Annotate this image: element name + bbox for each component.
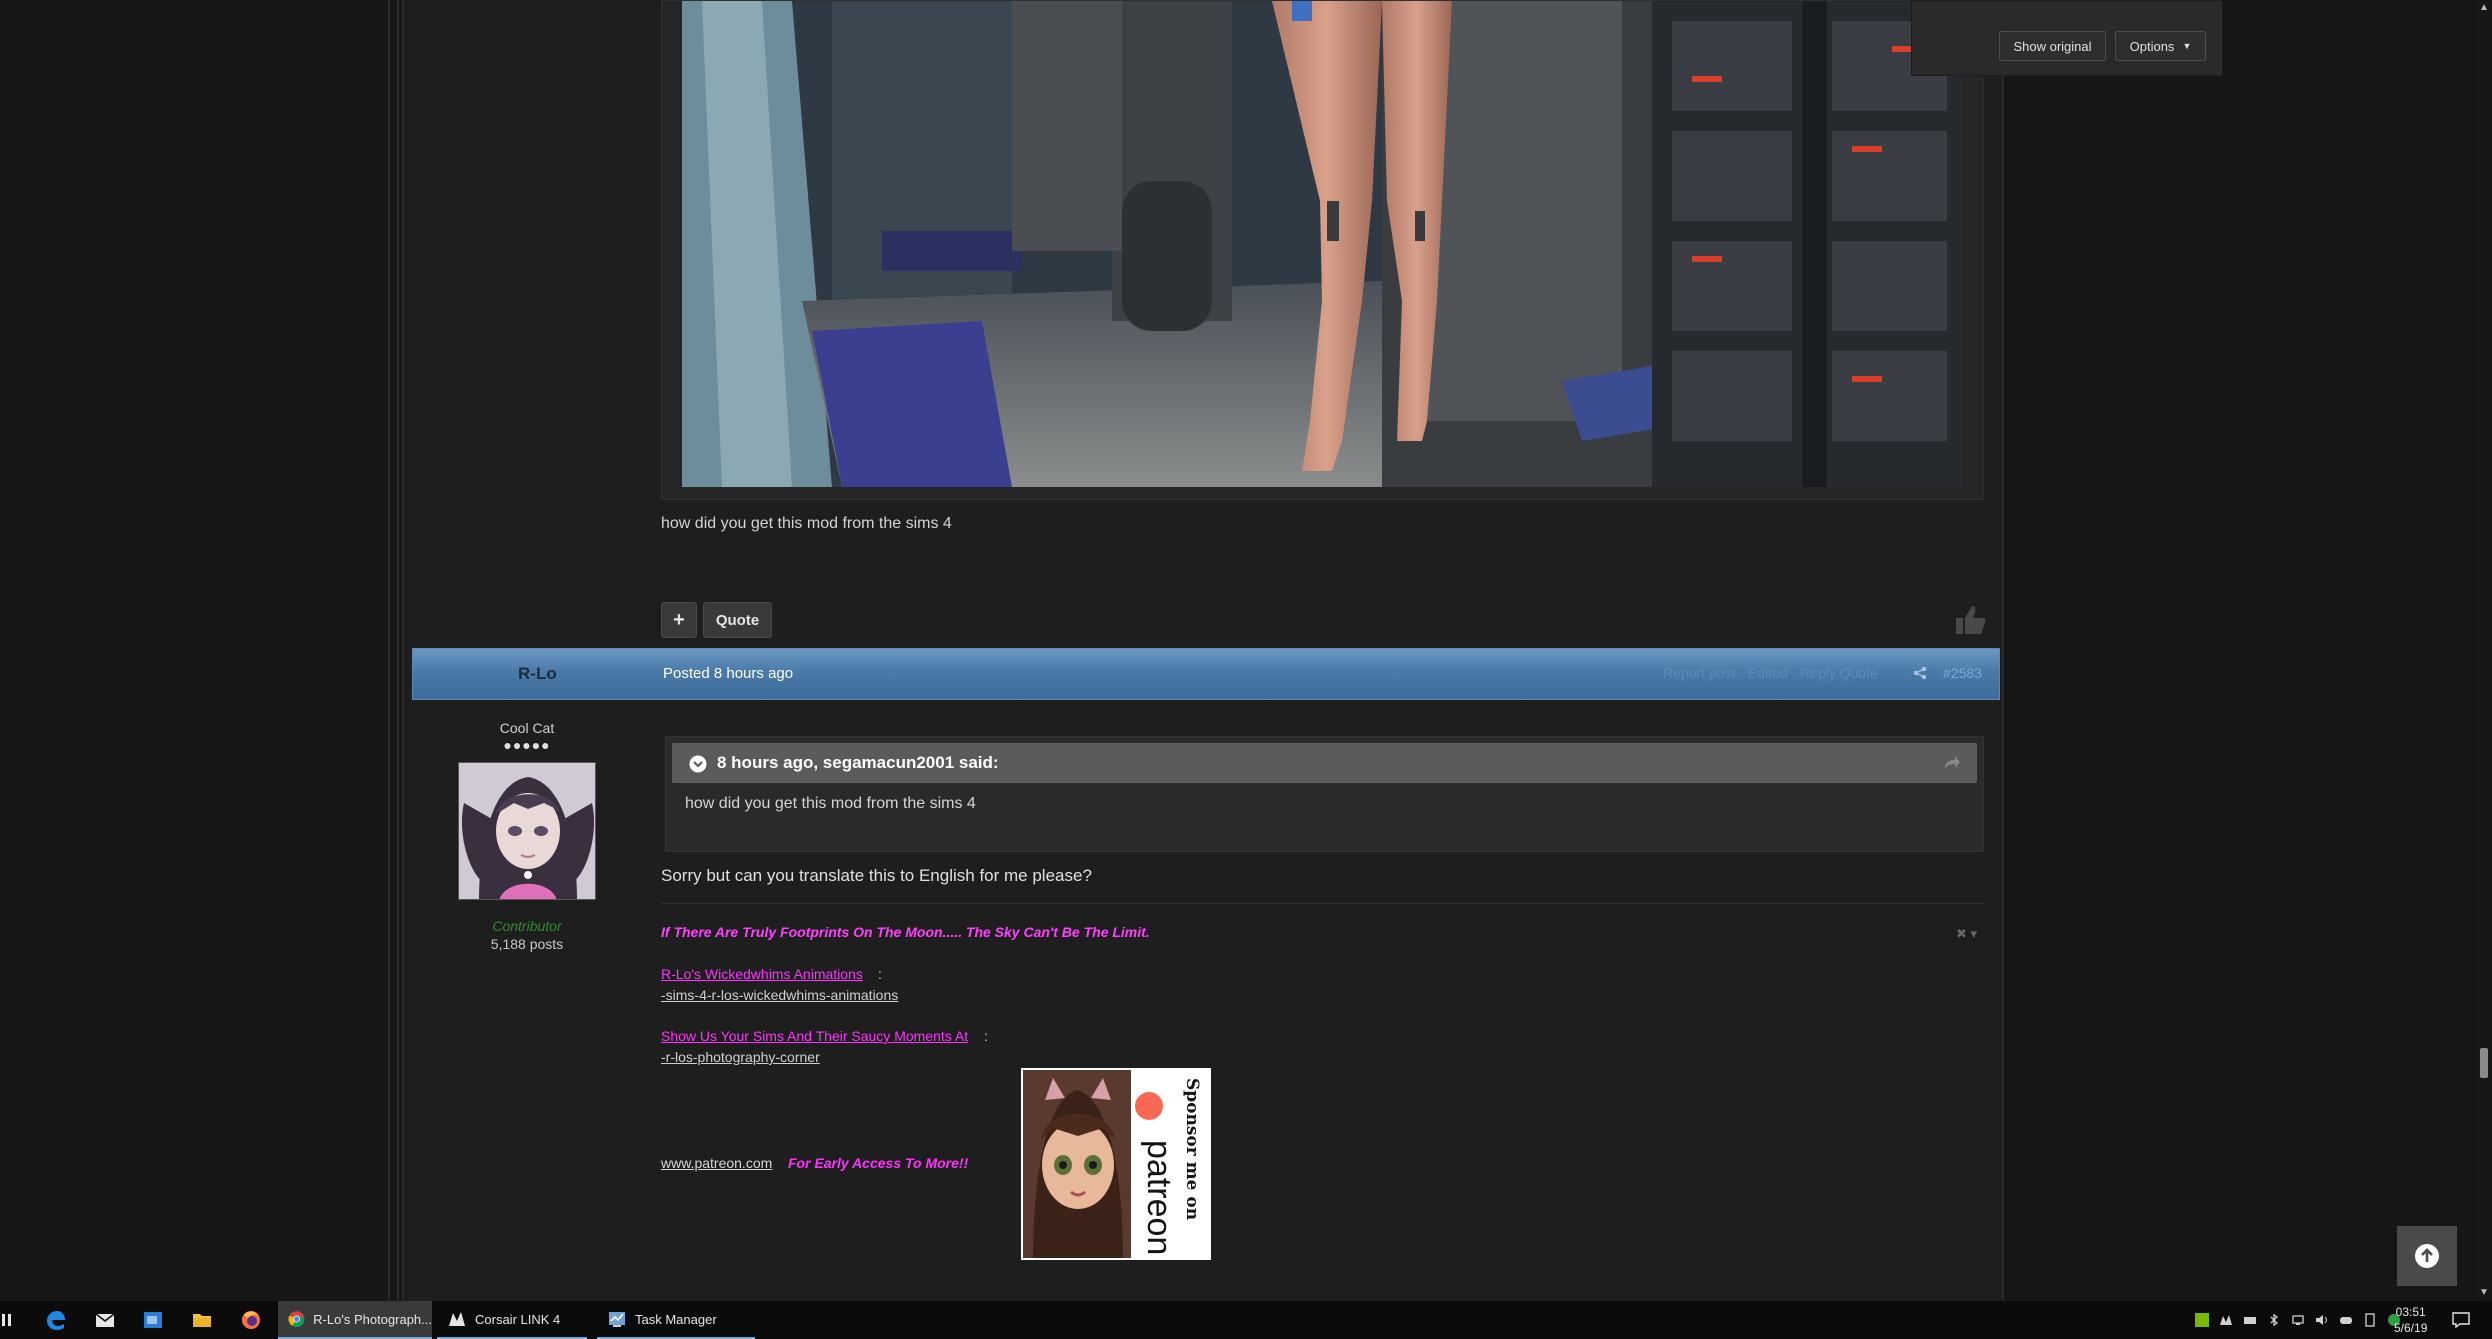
taskbar-app-label: Corsair LINK 4	[475, 1311, 561, 1327]
previous-post-text: how did you get this mod from the sims 4	[661, 515, 952, 532]
quoted-post-block: 8 hours ago, segamacun2001 said: how did…	[665, 736, 1984, 852]
taskbar-app-corsair-link[interactable]: Corsair LINK 4	[437, 1301, 587, 1339]
signature-link-photography[interactable]: Show Us Your Sims And Their Saucy Moment…	[661, 1028, 968, 1044]
signature-hide-button[interactable]: ✖ ▾	[1956, 926, 1977, 942]
mail-icon[interactable]	[94, 1309, 116, 1331]
firefox-icon[interactable]	[240, 1309, 262, 1331]
taskbar-clock[interactable]: 03:51 5/6/19	[2394, 1304, 2427, 1336]
browser-page: how did you get this mod from the sims 4…	[0, 0, 2492, 1339]
bluetooth-icon[interactable]	[2267, 1313, 2281, 1327]
action-center-icon[interactable]	[2452, 1312, 2470, 1328]
clock-date: 5/6/19	[2394, 1321, 2428, 1335]
signature-separator: :	[878, 966, 882, 982]
previous-post-image-frame	[661, 0, 1984, 500]
thumbs-up-icon[interactable]	[1954, 604, 1988, 636]
edge-browser-icon[interactable]	[44, 1309, 66, 1331]
volume-icon[interactable]	[2315, 1313, 2329, 1327]
file-explorer-icon[interactable]	[191, 1309, 213, 1331]
taskbar-app-label: Task Manager	[635, 1311, 717, 1327]
avatar[interactable]	[458, 762, 596, 900]
patreon-banner-text: Sponsor me on	[1182, 1078, 1202, 1220]
patreon-link[interactable]: www.patreon.com	[661, 1155, 772, 1171]
taskbar-app-label: R-Lo's Photograph...	[313, 1311, 432, 1327]
author-rank-pips: ●●●●●	[503, 737, 551, 753]
clock-time: 03:51	[2395, 1305, 2426, 1319]
nvidia-icon[interactable]	[2195, 1313, 2209, 1327]
patreon-banner-logo-text: patreon	[1140, 1140, 1178, 1255]
forum-topic-container: how did you get this mod from the sims 4…	[402, 0, 2004, 1301]
post-reply-text: Sorry but can you translate this to Engl…	[661, 866, 1092, 885]
taskbar-app-chrome[interactable]: R-Lo's Photograph...	[278, 1301, 432, 1339]
previous-post-screenshot-image[interactable]	[682, 1, 1963, 487]
collapse-chevron-icon[interactable]	[689, 755, 707, 773]
task-manager-icon	[609, 1312, 625, 1327]
back-to-top-button[interactable]	[2397, 1226, 2457, 1286]
signature-link-animations[interactable]: R-Lo's Wickedwhims Animations	[661, 966, 863, 982]
quote-citation: 8 hours ago, segamacun2001 said:	[717, 753, 999, 772]
system-tray	[2195, 1301, 2401, 1339]
chrome-icon	[288, 1311, 305, 1328]
show-original-button[interactable]: Show original	[1999, 31, 2106, 61]
tablet-icon[interactable]	[2363, 1313, 2377, 1327]
post-number-link[interactable]: #2583	[1943, 665, 1982, 681]
game-controller-icon[interactable]	[2339, 1313, 2353, 1327]
quote-body-text: how did you get this mod from the sims 4	[685, 795, 976, 812]
go-to-quoted-post-icon[interactable]	[1943, 755, 1961, 771]
patreon-tagline: For Early Access To More!!	[788, 1155, 969, 1171]
page-scrollbar[interactable]: ▲ ▼	[2476, 0, 2492, 1301]
multiquote-plus-button[interactable]: +	[661, 602, 697, 638]
author-post-count: 5,188 posts	[490, 936, 564, 952]
post-timestamp[interactable]: Posted 8 hours ago	[663, 665, 793, 682]
keyboard-icon[interactable]	[2243, 1313, 2257, 1327]
signature-sublink-photography[interactable]: -r-los-photography-corner	[661, 1049, 820, 1065]
share-icon[interactable]	[1913, 666, 1927, 680]
task-view-icon[interactable]	[0, 1309, 14, 1331]
translate-popup: Show original Options ▼	[1911, 0, 2223, 76]
patreon-sponsor-banner[interactable]: Sponsor me on patreon	[1021, 1068, 1211, 1260]
chevron-down-icon: ▼	[2182, 41, 2192, 51]
arrow-up-circle-icon	[2415, 1244, 2439, 1268]
post-header-bar: R-Lo Posted 8 hours ago Report post · Ed…	[412, 648, 2000, 700]
options-label: Options	[2129, 38, 2175, 54]
signature-divider	[661, 903, 1984, 904]
post-header-faded-actions[interactable]: Report post · Edited · Reply Quote	[1663, 665, 1878, 681]
windows-taskbar: R-Lo's Photograph... Corsair LINK 4 Task…	[0, 1301, 2492, 1339]
quote-button[interactable]: Quote	[703, 602, 772, 638]
corsair-icon	[449, 1312, 465, 1326]
layout-divider-left-inner	[397, 0, 399, 1301]
scrollbar-thumb[interactable]	[2480, 1048, 2488, 1078]
signature-motto: If There Are Truly Footprints On The Moo…	[661, 924, 1150, 940]
outlook-icon[interactable]	[142, 1309, 164, 1331]
author-group-label: Contributor	[492, 918, 562, 934]
taskbar-app-task-manager[interactable]: Task Manager	[597, 1301, 755, 1339]
quote-citation-bar: 8 hours ago, segamacun2001 said:	[672, 743, 1977, 783]
translate-options-button[interactable]: Options ▼	[2115, 31, 2206, 61]
post-author-sidebar: Cool Cat ●●●●● Contributor 5,188 posts	[457, 720, 597, 952]
signature-sublink-animations[interactable]: -sims-4-r-los-wickedwhims-animations	[661, 987, 898, 1003]
author-rank-title: Cool Cat	[499, 720, 555, 736]
scroll-up-arrow-icon[interactable]: ▲	[2479, 2, 2489, 13]
scroll-down-arrow-icon[interactable]: ▼	[2479, 1287, 2489, 1298]
layout-divider-left	[388, 0, 390, 1301]
post-author-name[interactable]: R-Lo	[518, 664, 557, 684]
network-icon[interactable]	[2291, 1313, 2305, 1327]
corsair-tray-icon[interactable]	[2219, 1313, 2233, 1327]
signature-separator: :	[984, 1028, 988, 1044]
